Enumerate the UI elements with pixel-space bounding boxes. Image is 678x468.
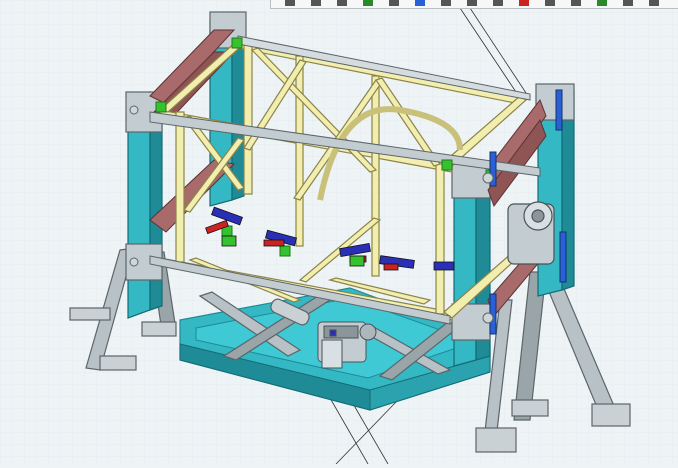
toolbar-icon-10[interactable] — [519, 0, 529, 6]
pivot-bearing[interactable] — [507, 201, 555, 265]
toolbar-icon-1[interactable] — [285, 0, 295, 6]
toolbar-icon-4[interactable] — [363, 0, 373, 6]
toolbar-icon-8[interactable] — [467, 0, 477, 6]
assembly-model — [0, 0, 678, 465]
toolbar-icon-2[interactable] — [311, 0, 321, 6]
toolbar-icon-5[interactable] — [389, 0, 399, 6]
toolbar-icon-9[interactable] — [493, 0, 503, 6]
toolbar-icon-3[interactable] — [337, 0, 347, 6]
toolbar-icon-13[interactable] — [597, 0, 607, 6]
toolbar-icon-12[interactable] — [571, 0, 581, 6]
toolbar-icon-15[interactable] — [649, 0, 659, 6]
cad-viewport[interactable] — [0, 0, 678, 465]
toolbar-icon-6[interactable] — [415, 0, 425, 6]
toolbar-icon-7[interactable] — [441, 0, 451, 6]
toolbar-icon-14[interactable] — [623, 0, 633, 6]
toolbar-strip — [270, 0, 678, 9]
toolbar-icon-11[interactable] — [545, 0, 555, 6]
